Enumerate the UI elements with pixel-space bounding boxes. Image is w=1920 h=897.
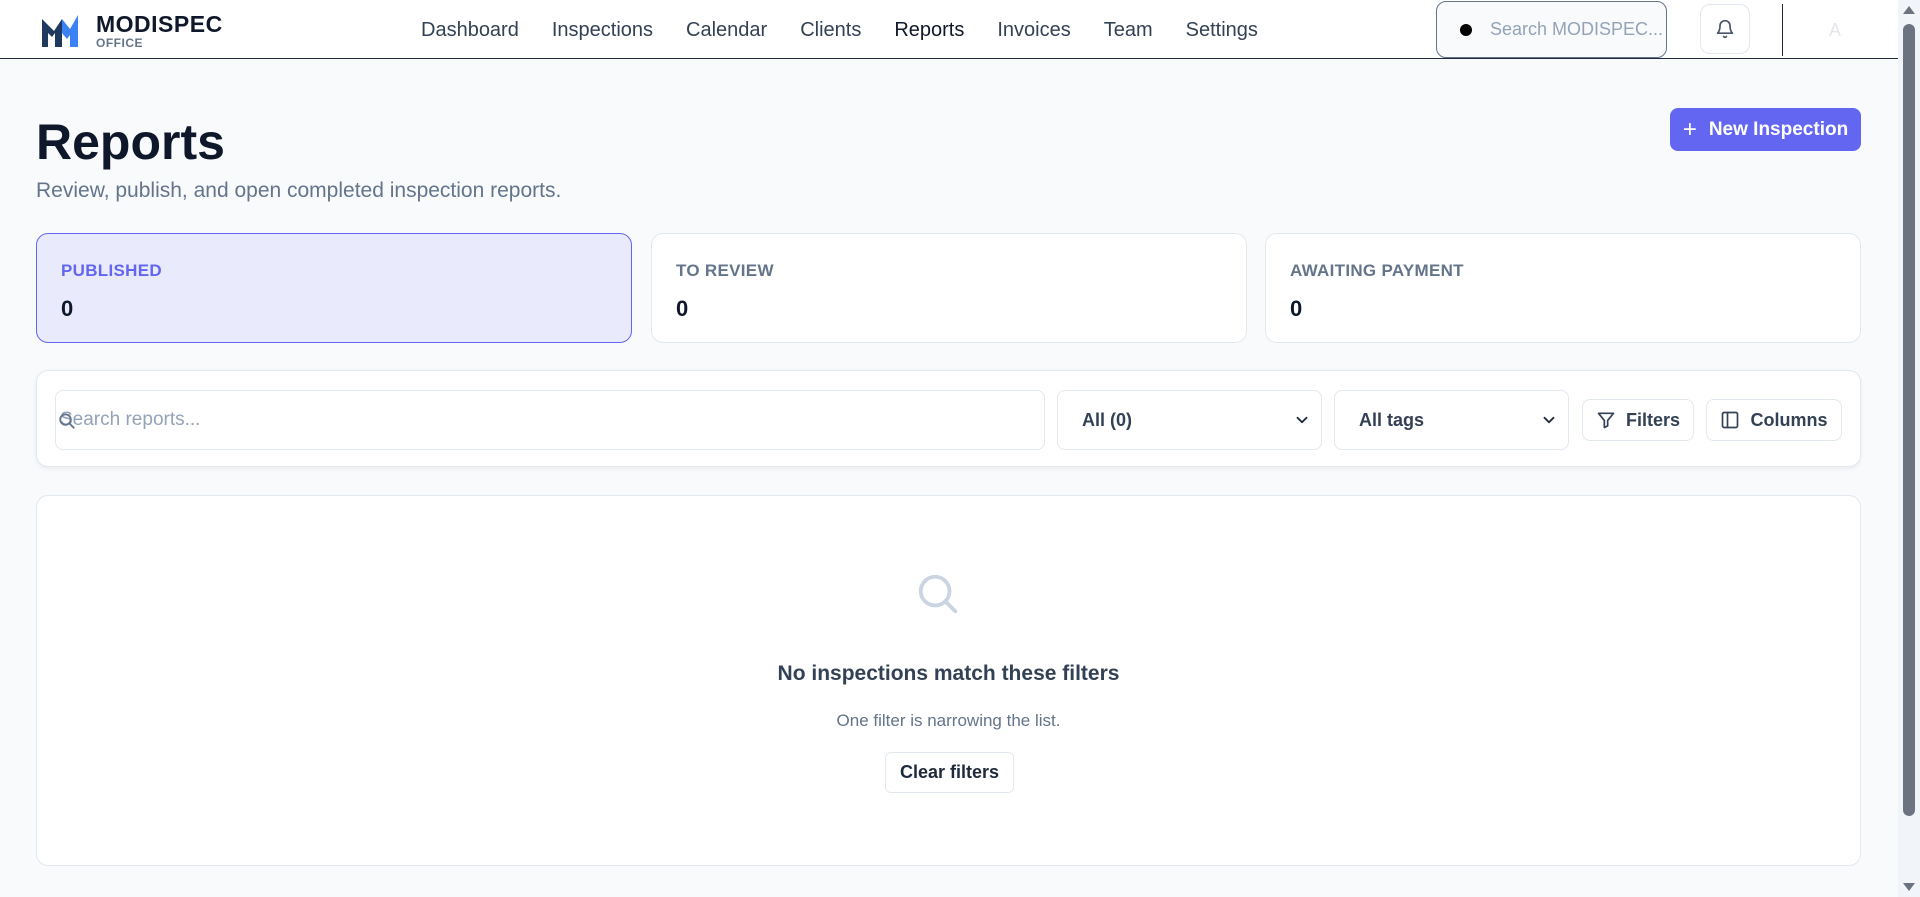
scroll-up-arrow-icon[interactable]: [1903, 6, 1915, 14]
status-select-value: All (0): [1082, 409, 1133, 430]
top-navigation: MODISPEC OFFICE Dashboard Inspections Ca…: [0, 0, 1898, 59]
nav-link-team[interactable]: Team: [1104, 17, 1153, 43]
global-search-input[interactable]: Search MODISPEC...: [1436, 1, 1667, 58]
status-select[interactable]: All (0): [1057, 390, 1322, 450]
scrollbar-thumb[interactable]: [1903, 24, 1915, 816]
nav-link-inspections[interactable]: Inspections: [552, 17, 653, 43]
reports-empty-state: No inspections match these filters One f…: [36, 495, 1861, 866]
nav-divider: [1782, 4, 1783, 56]
brand[interactable]: MODISPEC OFFICE: [40, 12, 223, 50]
stat-card-awaiting-payment[interactable]: AWAITING PAYMENT 0: [1265, 233, 1861, 343]
filter-bar: All (0) All tags Filters Columns: [36, 370, 1861, 467]
new-inspection-label: New Inspection: [1708, 118, 1849, 140]
nav-link-invoices[interactable]: Invoices: [997, 17, 1070, 43]
search-icon: [59, 413, 75, 429]
tags-select[interactable]: All tags: [1334, 390, 1569, 450]
scroll-down-arrow-icon[interactable]: [1903, 883, 1915, 891]
page-scrollbar[interactable]: [1898, 0, 1920, 897]
nav-link-dashboard[interactable]: Dashboard: [421, 17, 519, 43]
chevron-down-icon: [1543, 416, 1555, 424]
stat-card-published[interactable]: PUBLISHED 0: [36, 233, 632, 343]
nav-link-clients[interactable]: Clients: [800, 17, 861, 43]
stat-label: AWAITING PAYMENT: [1290, 261, 1464, 280]
filters-button[interactable]: Filters: [1582, 399, 1694, 441]
empty-state-title: No inspections match these filters: [777, 662, 1120, 685]
report-search-input[interactable]: [55, 390, 1045, 450]
global-search-placeholder: Search MODISPEC...: [1490, 19, 1664, 39]
tags-select-value: All tags: [1359, 409, 1425, 430]
brand-name: MODISPEC: [96, 11, 223, 37]
chevron-down-icon: [1296, 416, 1308, 424]
columns-icon: [1722, 411, 1739, 429]
plus-icon: +: [1682, 115, 1697, 143]
nav-link-calendar[interactable]: Calendar: [686, 17, 767, 43]
stat-value: 0: [61, 296, 74, 321]
stat-value: 0: [1290, 296, 1303, 321]
columns-button[interactable]: Columns: [1706, 399, 1842, 441]
page-subtitle: Review, publish, and open completed insp…: [36, 179, 562, 202]
notifications-button[interactable]: [1700, 4, 1750, 54]
brand-subtitle: OFFICE: [96, 36, 143, 50]
stat-label: PUBLISHED: [61, 261, 162, 280]
clear-filters-button[interactable]: Clear filters: [885, 752, 1014, 793]
nav-link-settings[interactable]: Settings: [1186, 17, 1258, 43]
main-nav: Dashboard Inspections Calendar Clients R…: [421, 17, 1291, 43]
search-status-dot-icon: [1460, 23, 1472, 36]
nav-link-reports[interactable]: Reports: [894, 17, 964, 43]
user-avatar[interactable]: A: [1815, 14, 1855, 46]
empty-state-message: One filter is narrowing the list.: [836, 711, 1061, 730]
new-inspection-button[interactable]: + New Inspection: [1670, 108, 1861, 151]
stat-card-to-review[interactable]: TO REVIEW 0: [651, 233, 1247, 343]
modispec-logo-icon: [42, 15, 78, 47]
bell-icon: [1716, 19, 1734, 39]
stat-label: TO REVIEW: [676, 261, 774, 280]
columns-button-label: Columns: [1750, 409, 1828, 430]
filters-button-label: Filters: [1625, 409, 1681, 430]
filter-icon: [1597, 412, 1615, 429]
search-icon: [918, 574, 958, 614]
stat-value: 0: [676, 296, 689, 321]
page-title: Reports: [36, 114, 225, 170]
